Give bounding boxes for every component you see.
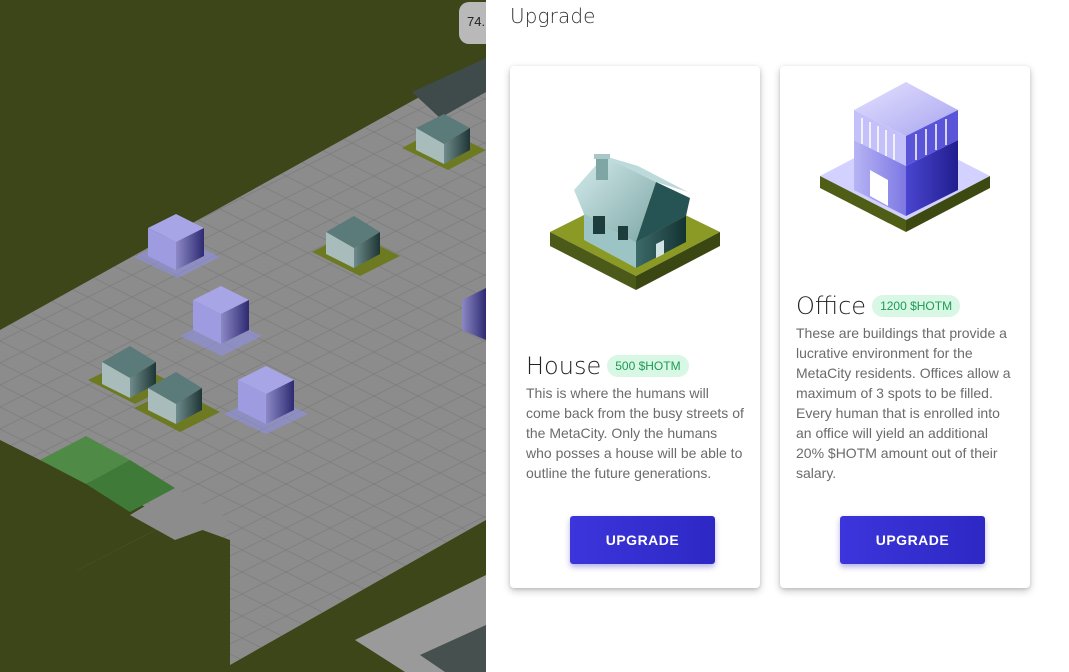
house-card-header: House 500 $HOTM: [526, 352, 689, 380]
office-card-header: Office 1200 $HOTM: [796, 292, 961, 320]
office-upgrade-button[interactable]: UPGRADE: [840, 516, 985, 564]
office-card-description: These are buildings that provide a lucra…: [796, 325, 1011, 481]
house-upgrade-button[interactable]: UPGRADE: [570, 516, 715, 564]
coordinate-chip: 74.: [459, 2, 486, 44]
panel-title: Upgrade: [510, 4, 596, 28]
house-price-badge: 500 $HOTM: [607, 355, 689, 377]
house-card-description: This is where the humans will come back …: [526, 385, 744, 481]
house-card: House 500 $HOTM This is where the humans…: [510, 66, 760, 588]
city-map[interactable]: 74.: [0, 0, 486, 672]
office-price-badge: 1200 $HOTM: [872, 295, 961, 317]
office-icon: [820, 82, 990, 232]
office-card: Office 1200 $HOTM These are buildings th…: [780, 66, 1030, 588]
house-icon: [550, 154, 720, 290]
city-map-canvas[interactable]: [0, 0, 486, 672]
office-card-title: Office: [796, 292, 867, 320]
house-card-title: House: [526, 352, 602, 380]
upgrade-panel: Upgrade House 500 $HOTM This is where th…: [486, 0, 1069, 672]
